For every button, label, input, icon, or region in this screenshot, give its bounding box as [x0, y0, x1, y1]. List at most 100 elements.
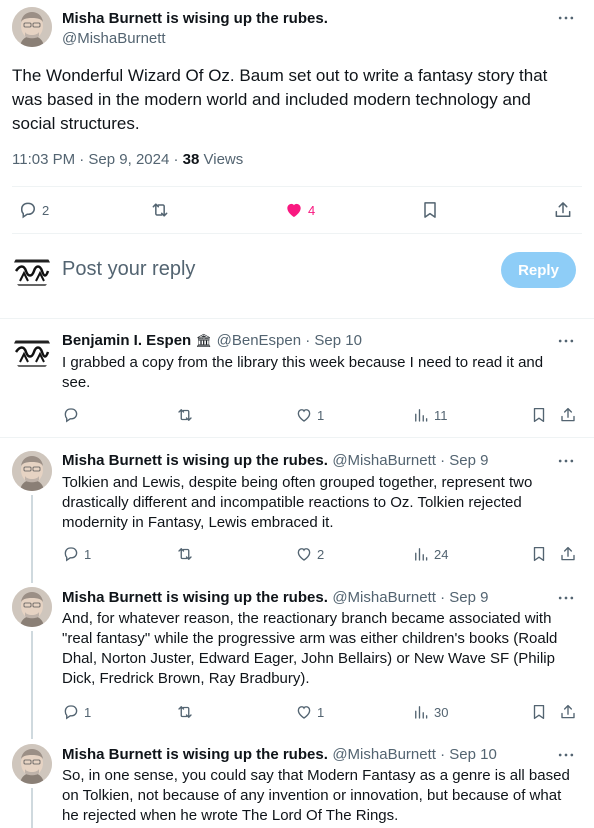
views-icon [412, 703, 430, 721]
reply-avatar[interactable] [12, 451, 52, 491]
bookmark-icon [530, 545, 548, 563]
reply-action[interactable]: 1 [62, 703, 91, 721]
repost-icon [176, 703, 194, 721]
repost-action[interactable] [176, 406, 198, 424]
share-icon [553, 200, 573, 220]
repost-icon [150, 200, 170, 220]
share-action[interactable] [553, 200, 573, 220]
repost-action[interactable] [176, 703, 198, 721]
reply-header: Benjamin I. Espen 🏛 @BenEspen · Sep 10 [62, 332, 362, 350]
share-action[interactable] [559, 703, 577, 721]
like-action[interactable]: 1 [295, 406, 324, 424]
views-icon [412, 406, 430, 424]
views-action[interactable]: 11 [412, 406, 448, 424]
reply-header: Misha Burnett is wising up the rubes. @M… [62, 589, 488, 607]
reply-author-name[interactable]: Misha Burnett is wising up the rubes. [62, 452, 328, 469]
thread-line [31, 631, 33, 739]
share-icon [559, 703, 577, 721]
like-action[interactable]: 1 [295, 703, 324, 721]
reply-action[interactable] [62, 406, 84, 424]
reply-count: 2 [42, 202, 50, 218]
like-count: 2 [317, 546, 325, 562]
repost-icon [176, 545, 194, 563]
like-action[interactable]: 2 [295, 545, 324, 563]
reply-icon [62, 545, 80, 563]
reply-author-handle[interactable]: @BenEspen · Sep 10 [217, 332, 362, 349]
repost-action[interactable] [150, 200, 170, 220]
more-options-icon[interactable] [556, 331, 576, 351]
more-options-icon[interactable] [556, 451, 576, 471]
views-action[interactable]: 24 [412, 545, 448, 563]
reply-author-name[interactable]: Misha Burnett is wising up the rubes. [62, 589, 328, 606]
reply-text: I grabbed a copy from the library this w… [62, 354, 544, 391]
like-count: 4 [308, 202, 316, 218]
bookmark-action[interactable] [530, 406, 548, 424]
views-count: 11 [434, 407, 448, 423]
views-count: 38 [182, 151, 200, 168]
reply-avatar[interactable] [12, 332, 52, 372]
thread-line [31, 495, 33, 583]
heart-filled-icon [284, 200, 304, 220]
bookmark-icon [420, 200, 440, 220]
bookmark-action[interactable] [530, 703, 548, 721]
reply-header: Misha Burnett is wising up the rubes. @M… [62, 452, 488, 470]
divider [0, 437, 594, 438]
bookmark-action[interactable] [530, 545, 548, 563]
composer-avatar[interactable] [12, 251, 52, 291]
like-action[interactable]: 4 [284, 200, 315, 220]
reply-avatar[interactable] [12, 587, 52, 627]
reply-text: And, for whatever reason, the reactionar… [62, 610, 558, 687]
author-name[interactable]: Misha Burnett is wising up the rubes. [62, 10, 328, 27]
reply-author-handle[interactable]: @MishaBurnett · Sep 9 [332, 589, 488, 606]
heart-icon [295, 703, 313, 721]
views-label: Views [199, 151, 244, 168]
bookmark-icon [530, 406, 548, 424]
heart-icon [295, 545, 313, 563]
reply-author-handle[interactable]: @MishaBurnett · Sep 9 [332, 452, 488, 469]
reply-icon [18, 200, 38, 220]
more-options-icon[interactable] [556, 745, 576, 765]
reply-text: Tolkien and Lewis, despite being often g… [62, 474, 533, 531]
repost-icon [176, 406, 194, 424]
reply-input[interactable]: Post your reply [62, 258, 195, 281]
reply-icon [62, 406, 80, 424]
more-options-icon[interactable] [556, 8, 576, 28]
views-icon [412, 545, 430, 563]
views-count: 24 [434, 546, 449, 562]
divider [0, 318, 594, 319]
reply-author-name[interactable]: Misha Burnett is wising up the rubes. [62, 746, 328, 763]
bookmark-icon [530, 703, 548, 721]
affiliation-badge-icon: 🏛 [195, 333, 213, 348]
thread-line [31, 788, 33, 828]
post-time-link[interactable]: 11:03 PM · Sep 9, 2024 · [12, 151, 183, 168]
repost-action[interactable] [176, 545, 198, 563]
share-action[interactable] [559, 545, 577, 563]
reply-count: 1 [84, 546, 92, 562]
views-count: 30 [434, 704, 449, 720]
like-count: 1 [317, 407, 325, 423]
post-timestamp: 11:03 PM · Sep 9, 2024 · 38 Views [12, 151, 243, 168]
divider [12, 233, 582, 234]
share-action[interactable] [559, 406, 577, 424]
more-options-icon[interactable] [556, 588, 576, 608]
post-text: The Wonderful Wizard Of Oz. Baum set out… [12, 66, 548, 133]
bookmark-action[interactable] [420, 200, 440, 220]
author-avatar[interactable] [12, 7, 52, 47]
divider [12, 186, 582, 187]
share-icon [559, 545, 577, 563]
reply-author-name[interactable]: Benjamin I. Espen [62, 332, 191, 349]
reply-author-handle[interactable]: @MishaBurnett · Sep 10 [332, 746, 496, 763]
reply-icon [62, 703, 80, 721]
reply-header: Misha Burnett is wising up the rubes. @M… [62, 746, 497, 764]
reply-text: So, in one sense, you could say that Mod… [62, 767, 570, 824]
views-action[interactable]: 30 [412, 703, 448, 721]
reply-action[interactable]: 1 [62, 545, 91, 563]
heart-icon [295, 406, 313, 424]
reply-action[interactable]: 2 [18, 200, 49, 220]
share-icon [559, 406, 577, 424]
reply-button[interactable]: Reply [501, 252, 576, 288]
reply-avatar[interactable] [12, 744, 52, 784]
reply-count: 1 [84, 704, 92, 720]
author-handle[interactable]: @MishaBurnett [62, 30, 166, 47]
like-count: 1 [317, 704, 325, 720]
